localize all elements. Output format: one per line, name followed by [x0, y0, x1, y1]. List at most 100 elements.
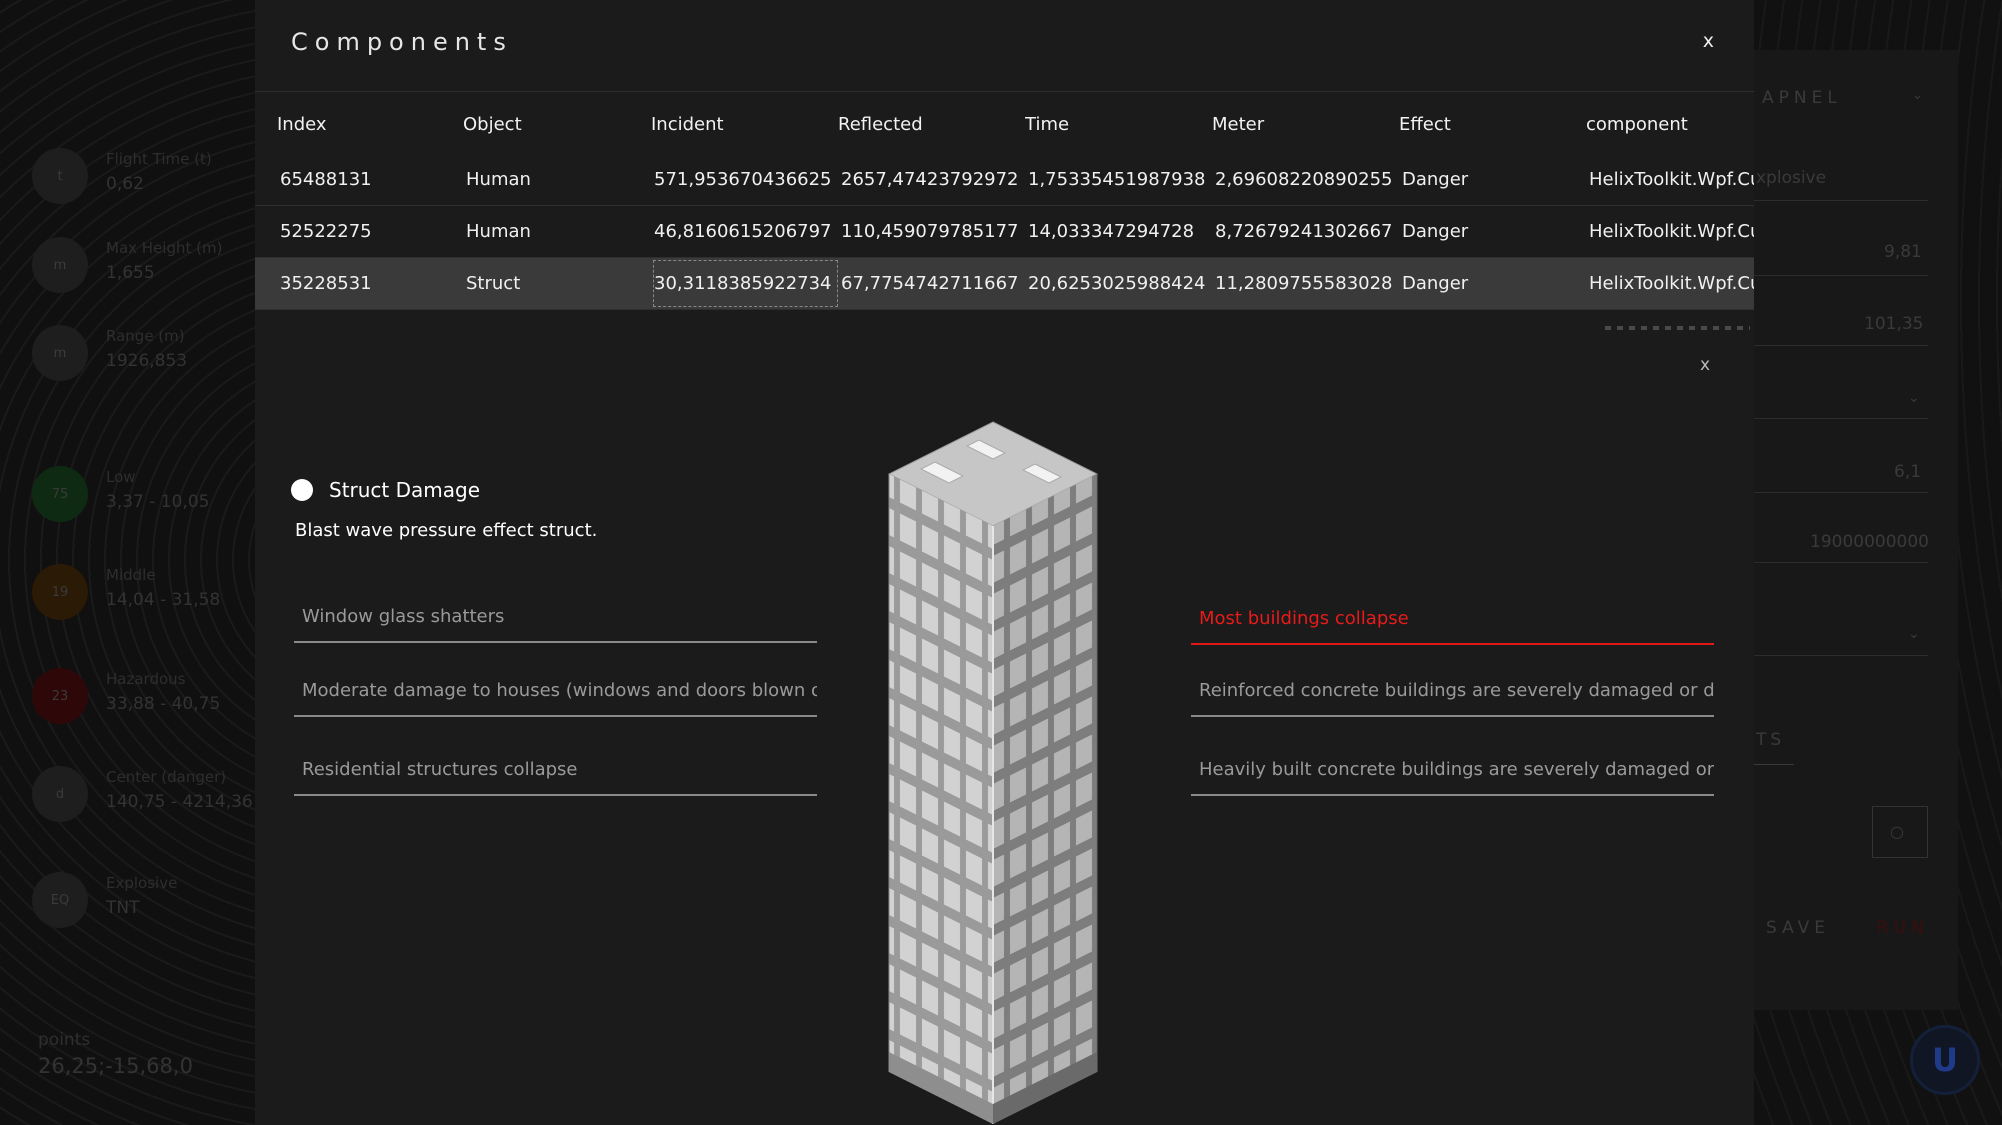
- column-header[interactable]: Incident: [651, 94, 837, 154]
- background-stat: 75 Low 3,37 - 10,05: [32, 466, 252, 536]
- table-cell[interactable]: 11,2809755583028: [1212, 258, 1401, 309]
- pressure-value: 101,35: [1864, 314, 1924, 334]
- table-row[interactable]: 35228531 Struct 30,3118385922734 67,7754742…: [255, 258, 1754, 310]
- effect-field[interactable]: Reinforced concrete buildings are severe…: [1191, 665, 1714, 717]
- building-icon: [887, 421, 1099, 1124]
- table-cell[interactable]: 67,7754742711667: [838, 258, 1027, 309]
- column-header[interactable]: Index: [277, 94, 457, 154]
- table-cell[interactable]: 30,3118385922734: [651, 258, 840, 309]
- background-stat: d Center (danger) 140,75 - 4214,36: [32, 766, 253, 836]
- stat-badge: 75: [32, 466, 88, 522]
- title-divider: [255, 91, 1754, 92]
- tab-underline: [1754, 764, 1794, 765]
- components-dialog: Components x Index Object Incident Reflecte…: [255, 0, 1754, 1125]
- points-value: 26,25;-15,68,0: [38, 1054, 193, 1078]
- background-stat: m Range (m) 1926,853: [32, 325, 252, 395]
- table-row[interactable]: 65488131 Human 571,953670436625 2657,474237…: [255, 154, 1754, 206]
- effect-field[interactable]: Window glass shatters: [294, 591, 817, 643]
- table-cell[interactable]: HelixToolkit.Wpf.Cub: [1586, 154, 1754, 205]
- effect-field[interactable]: Residential structures collapse: [294, 744, 817, 796]
- background-points: points 26,25;-15,68,0: [38, 1030, 193, 1078]
- table-row[interactable]: 52522275 Human 46,8160615206797 110,4590797…: [255, 206, 1754, 258]
- close-icon[interactable]: x: [1700, 355, 1710, 375]
- background-stat: EQ Explosive TNT: [32, 872, 252, 942]
- energy-value: 19000000000: [1810, 532, 1929, 552]
- stat-value: 1926,853: [106, 351, 188, 371]
- chevron-down-icon[interactable]: ⌄: [1908, 390, 1920, 406]
- column-header[interactable]: Time: [1025, 94, 1211, 154]
- table-cell[interactable]: Human: [463, 154, 646, 205]
- stat-label: Explosive: [106, 874, 178, 892]
- stat-badge: m: [32, 325, 88, 381]
- stat-value: 14,04 - 31,58: [106, 590, 221, 610]
- table-cell[interactable]: 14,033347294728: [1025, 206, 1214, 257]
- column-header[interactable]: component: [1586, 94, 1754, 154]
- table-cell[interactable]: 8,72679241302667: [1212, 206, 1401, 257]
- divider: [1754, 275, 1928, 276]
- horizontal-scroll-indicator[interactable]: [1605, 326, 1750, 330]
- table-cell[interactable]: Danger: [1399, 154, 1588, 205]
- stat-label: Hazardous: [106, 670, 186, 688]
- column-header[interactable]: Reflected: [838, 94, 1024, 154]
- effect-field-active[interactable]: Most buildings collapse: [1191, 593, 1714, 645]
- stat-badge: EQ: [32, 872, 88, 928]
- dialog-title: Components: [291, 28, 513, 56]
- table-cell[interactable]: Danger: [1399, 206, 1588, 257]
- table-cell[interactable]: Danger: [1399, 258, 1588, 309]
- table-cell[interactable]: 110,459079785177: [838, 206, 1027, 257]
- table-cell[interactable]: 571,953670436625: [651, 154, 840, 205]
- stat-label: Max Height (m): [106, 239, 223, 257]
- stat-badge: m: [32, 237, 88, 293]
- section-title: Struct Damage: [329, 478, 481, 502]
- background-stat: m Max Height (m) 1,655: [32, 237, 252, 307]
- stat-badge: t: [32, 148, 88, 204]
- effect-field[interactable]: Moderate damage to houses (windows and d…: [294, 665, 817, 717]
- stat-label: Middle: [106, 566, 156, 584]
- app-logo-icon: U: [1910, 1025, 1980, 1095]
- mass-value: 6,1: [1894, 462, 1922, 482]
- stat-label: Center (danger): [106, 768, 227, 786]
- components-table: Index Object Incident Reflected Time Meter Eff…: [255, 94, 1754, 310]
- column-header[interactable]: Object: [463, 94, 643, 154]
- table-body: 65488131 Human 571,953670436625 2657,474237…: [255, 154, 1754, 310]
- stat-value: 140,75 - 4214,36: [106, 792, 253, 812]
- section-description: Blast wave pressure effect struct.: [295, 520, 598, 541]
- table-cell[interactable]: 52522275: [277, 206, 460, 257]
- tab-label[interactable]: TS: [1756, 730, 1785, 750]
- chevron-down-icon[interactable]: ⌄: [1908, 626, 1920, 642]
- table-cell[interactable]: 46,8160615206797: [651, 206, 840, 257]
- divider: [1754, 492, 1928, 493]
- table-header-row: Index Object Incident Reflected Time Meter Eff…: [255, 94, 1754, 154]
- table-cell[interactable]: 2657,47423792972: [838, 154, 1027, 205]
- chevron-down-icon: ⌄: [1912, 88, 1923, 103]
- table-cell[interactable]: 35228531: [277, 258, 460, 309]
- background-settings-card: [1754, 50, 1958, 1010]
- stat-value: 3,37 - 10,05: [106, 492, 210, 512]
- circle-icon: ○: [1890, 822, 1904, 841]
- stat-badge: 23: [32, 668, 88, 724]
- stat-badge: d: [32, 766, 88, 822]
- radio-selected-icon[interactable]: [291, 479, 313, 501]
- explosive-label: xplosive: [1756, 168, 1827, 188]
- table-cell[interactable]: Human: [463, 206, 646, 257]
- table-cell[interactable]: 20,6253025988424: [1025, 258, 1214, 309]
- table-cell[interactable]: 2,69608220890255: [1212, 154, 1401, 205]
- table-cell[interactable]: 65488131: [277, 154, 460, 205]
- run-button[interactable]: RUN: [1877, 918, 1929, 938]
- column-header[interactable]: Meter: [1212, 94, 1398, 154]
- panel-title: APNEL: [1762, 88, 1842, 108]
- effect-field[interactable]: Heavily built concrete buildings are sev…: [1191, 744, 1714, 796]
- save-button[interactable]: SAVE: [1766, 918, 1830, 938]
- stat-label: Low: [106, 468, 136, 486]
- column-header[interactable]: Effect: [1399, 94, 1585, 154]
- table-cell[interactable]: HelixToolkit.Wpf.Cub: [1586, 206, 1754, 257]
- stat-badge: 19: [32, 564, 88, 620]
- close-icon[interactable]: x: [1703, 30, 1714, 52]
- table-cell[interactable]: 1,75335451987938: [1025, 154, 1214, 205]
- background-stat: 23 Hazardous 33,88 - 40,75: [32, 668, 252, 738]
- background-stat: 19 Middle 14,04 - 31,58: [32, 564, 252, 634]
- stat-label: Flight Time (t): [106, 150, 212, 168]
- table-cell[interactable]: HelixToolkit.Wpf.Cub: [1586, 258, 1754, 309]
- divider: [1754, 418, 1928, 419]
- table-cell[interactable]: Struct: [463, 258, 646, 309]
